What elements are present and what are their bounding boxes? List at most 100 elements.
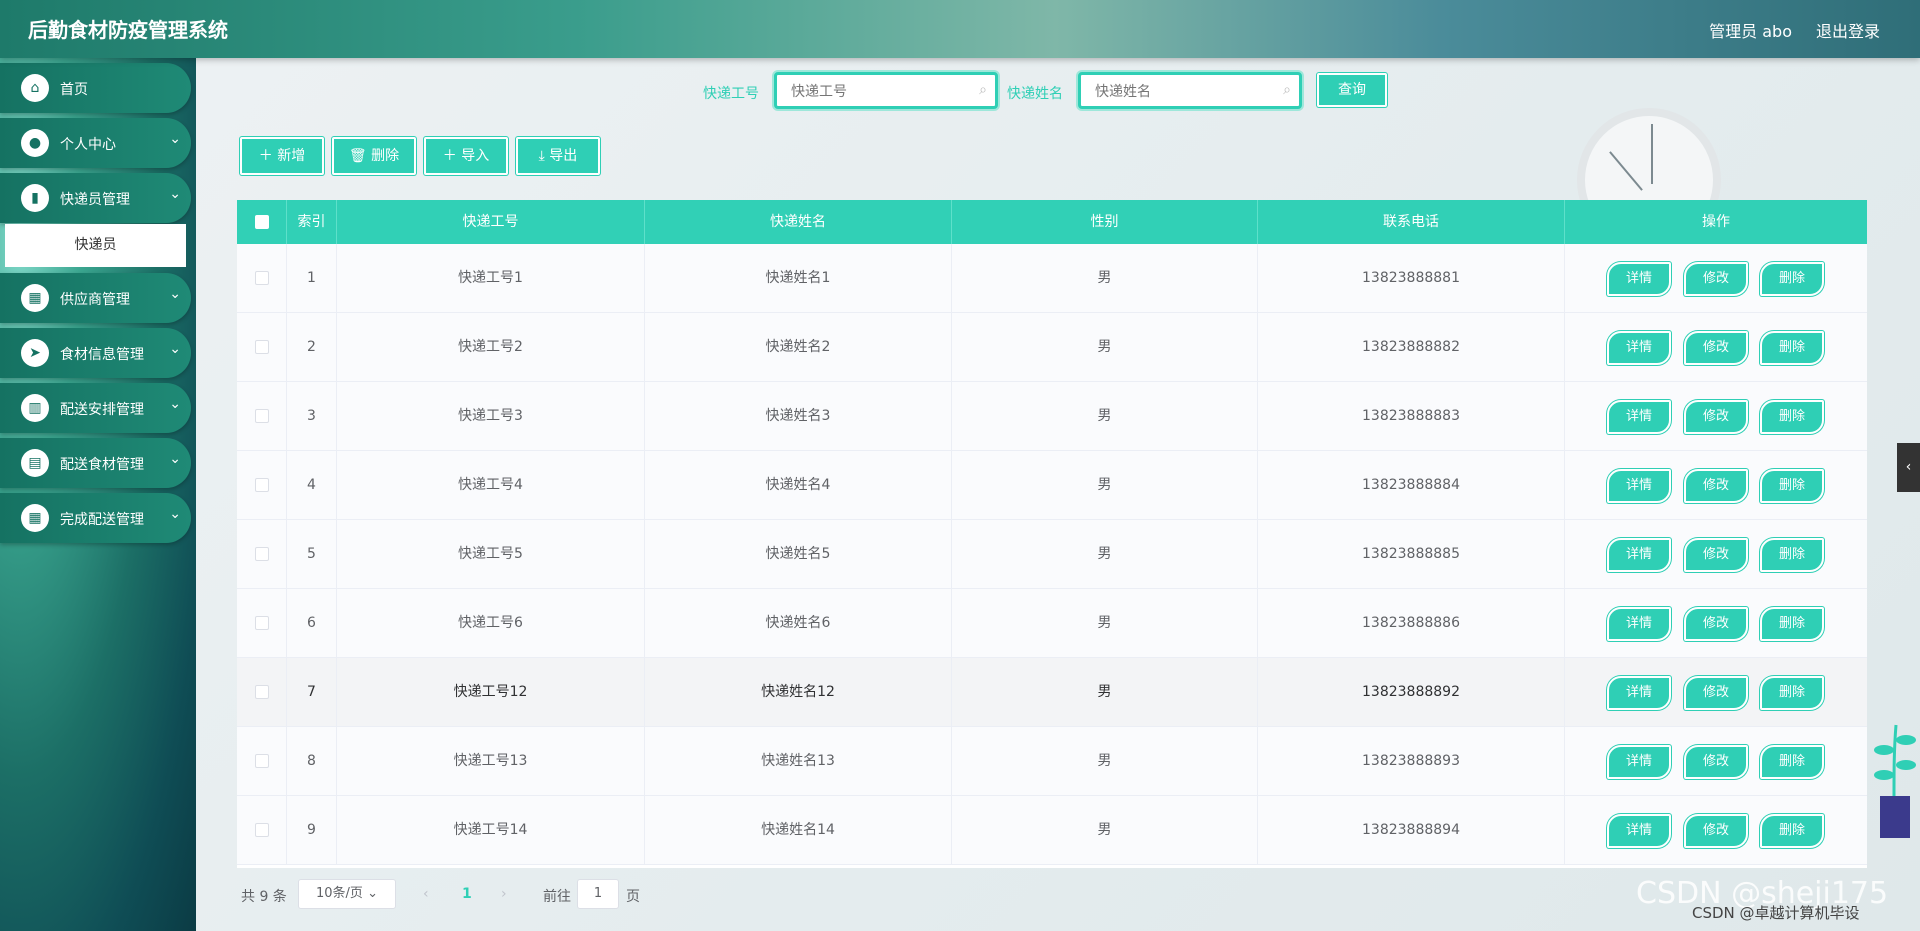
row-checkbox[interactable] <box>254 616 269 630</box>
add-button[interactable]: ＋ 新增 <box>240 137 324 175</box>
select-all-checkbox[interactable] <box>254 215 269 229</box>
row-checkbox[interactable] <box>254 340 269 354</box>
send-icon: ➤ <box>21 339 49 367</box>
cell-gender: 男 <box>952 382 1258 451</box>
table-row: 3 快递工号3 快递姓名3 男 13823888883 详情 修改 删除 <box>237 382 1867 451</box>
detail-button[interactable]: 详情 <box>1607 331 1671 365</box>
courier-name-search[interactable]: ⌕ <box>1078 72 1302 109</box>
chevron-down-icon: ⌄ <box>169 341 181 357</box>
sidebar-item[interactable]: ▦ 完成配送管理 ⌄ <box>0 493 191 543</box>
edit-button[interactable]: 修改 <box>1684 538 1748 572</box>
submenu-item-courier[interactable]: 快递员 <box>5 224 186 267</box>
row-delete-button[interactable]: 删除 <box>1760 745 1824 779</box>
detail-button[interactable]: 详情 <box>1607 538 1671 572</box>
cell-name: 快递姓名5 <box>645 520 952 589</box>
chevron-down-icon: ⌄ <box>169 396 181 412</box>
book-icon: ▮ <box>21 184 49 212</box>
sidebar-item[interactable]: ● 个人中心 ⌄ <box>0 118 191 168</box>
cell-phone: 13823888894 <box>1258 796 1565 865</box>
cell-name: 快递姓名4 <box>645 451 952 520</box>
current-page[interactable]: 1 <box>462 886 472 902</box>
import-button[interactable]: ＋ 导入 <box>424 137 508 175</box>
grid-icon: ▦ <box>21 284 49 312</box>
cell-name: 快递姓名2 <box>645 313 952 382</box>
delete-button[interactable]: 🗑 删除 <box>332 137 416 175</box>
sidebar-item[interactable]: ▦ 供应商管理 ⌄ <box>0 273 191 323</box>
detail-button[interactable]: 详情 <box>1607 814 1671 848</box>
total-count: 共 9 条 <box>241 889 287 905</box>
row-delete-button[interactable]: 删除 <box>1760 814 1824 848</box>
edit-button[interactable]: 修改 <box>1684 331 1748 365</box>
row-checkbox[interactable] <box>254 409 269 423</box>
cell-id: 快递工号1 <box>337 244 645 313</box>
row-checkbox[interactable] <box>254 754 269 768</box>
row-checkbox[interactable] <box>254 823 269 837</box>
row-checkbox[interactable] <box>254 478 269 492</box>
cell-index: 1 <box>287 244 337 313</box>
sidebar-item[interactable]: ▮ 快递员管理 ⌄ <box>0 173 191 223</box>
row-delete-button[interactable]: 删除 <box>1760 400 1824 434</box>
logout-link[interactable]: 退出登录 <box>1816 18 1880 42</box>
query-button[interactable]: 查询 <box>1317 73 1387 107</box>
home-icon: ⌂ <box>21 74 49 102</box>
row-delete-button[interactable]: 删除 <box>1760 262 1824 296</box>
cell-id: 快递工号14 <box>337 796 645 865</box>
cell-index: 2 <box>287 313 337 382</box>
detail-button[interactable]: 详情 <box>1607 745 1671 779</box>
row-checkbox[interactable] <box>254 547 269 561</box>
courier-id-search[interactable]: ⌕ <box>774 72 998 109</box>
courier-id-input[interactable] <box>791 82 961 102</box>
table-row: 5 快递工号5 快递姓名5 男 13823888885 详情 修改 删除 <box>237 520 1867 589</box>
select-all-cell <box>237 200 287 244</box>
prev-page-icon[interactable]: ‹ <box>423 886 429 902</box>
detail-button[interactable]: 详情 <box>1607 676 1671 710</box>
detail-button[interactable]: 详情 <box>1607 262 1671 296</box>
row-delete-button[interactable]: 删除 <box>1760 331 1824 365</box>
cell-index: 7 <box>287 658 337 727</box>
detail-button[interactable]: 详情 <box>1607 400 1671 434</box>
row-operations: 详情 修改 删除 <box>1565 382 1867 451</box>
user-icon: ● <box>21 129 49 157</box>
sidebar-item-label: 配送食材管理 <box>60 457 144 473</box>
next-page-icon[interactable]: › <box>501 886 507 902</box>
courier-name-input[interactable] <box>1095 82 1265 102</box>
edit-button[interactable]: 修改 <box>1684 745 1748 779</box>
plant-illustration <box>1874 724 1916 838</box>
table-header: 索引 快递工号 快递姓名 性别 联系电话 操作 <box>237 200 1867 244</box>
sidebar-item[interactable]: ➤ 食材信息管理 ⌄ <box>0 328 191 378</box>
cell-index: 5 <box>287 520 337 589</box>
row-checkbox[interactable] <box>254 271 269 285</box>
goto-page-input[interactable]: 1 <box>577 879 619 909</box>
sidebar-item[interactable]: ▥ 配送安排管理 ⌄ <box>0 383 191 433</box>
edit-button[interactable]: 修改 <box>1684 607 1748 641</box>
detail-button[interactable]: 详情 <box>1607 607 1671 641</box>
row-delete-button[interactable]: 删除 <box>1760 676 1824 710</box>
page-size-select[interactable]: 10条/页 ⌄ <box>298 879 396 909</box>
collapse-toggle-icon[interactable]: ‹ <box>1897 443 1920 492</box>
sidebar-item[interactable]: ⌂ 首页 <box>0 63 191 113</box>
chevron-down-icon: ⌄ <box>169 186 181 202</box>
edit-button[interactable]: 修改 <box>1684 814 1748 848</box>
table-row: 9 快递工号14 快递姓名14 男 13823888894 详情 修改 删除 <box>237 796 1867 865</box>
edit-button[interactable]: 修改 <box>1684 469 1748 503</box>
edit-button[interactable]: 修改 <box>1684 676 1748 710</box>
cell-name: 快递姓名12 <box>645 658 952 727</box>
sidebar-item[interactable]: ▤ 配送食材管理 ⌄ <box>0 438 191 488</box>
row-delete-button[interactable]: 删除 <box>1760 607 1824 641</box>
table-row: 2 快递工号2 快递姓名2 男 13823888882 详情 修改 删除 <box>237 313 1867 382</box>
current-user: 管理员 abo <box>1709 22 1792 41</box>
export-button[interactable]: ⤓ 导出 <box>516 137 600 175</box>
cell-name: 快递姓名6 <box>645 589 952 658</box>
row-select-cell <box>237 589 287 658</box>
row-select-cell <box>237 313 287 382</box>
sidebar-item-label: 配送安排管理 <box>60 402 144 418</box>
sidebar-item-label: 完成配送管理 <box>60 512 144 528</box>
edit-button[interactable]: 修改 <box>1684 400 1748 434</box>
cell-gender: 男 <box>952 244 1258 313</box>
row-delete-button[interactable]: 删除 <box>1760 538 1824 572</box>
row-checkbox[interactable] <box>254 685 269 699</box>
edit-button[interactable]: 修改 <box>1684 262 1748 296</box>
cell-phone: 13823888892 <box>1258 658 1565 727</box>
detail-button[interactable]: 详情 <box>1607 469 1671 503</box>
row-delete-button[interactable]: 删除 <box>1760 469 1824 503</box>
